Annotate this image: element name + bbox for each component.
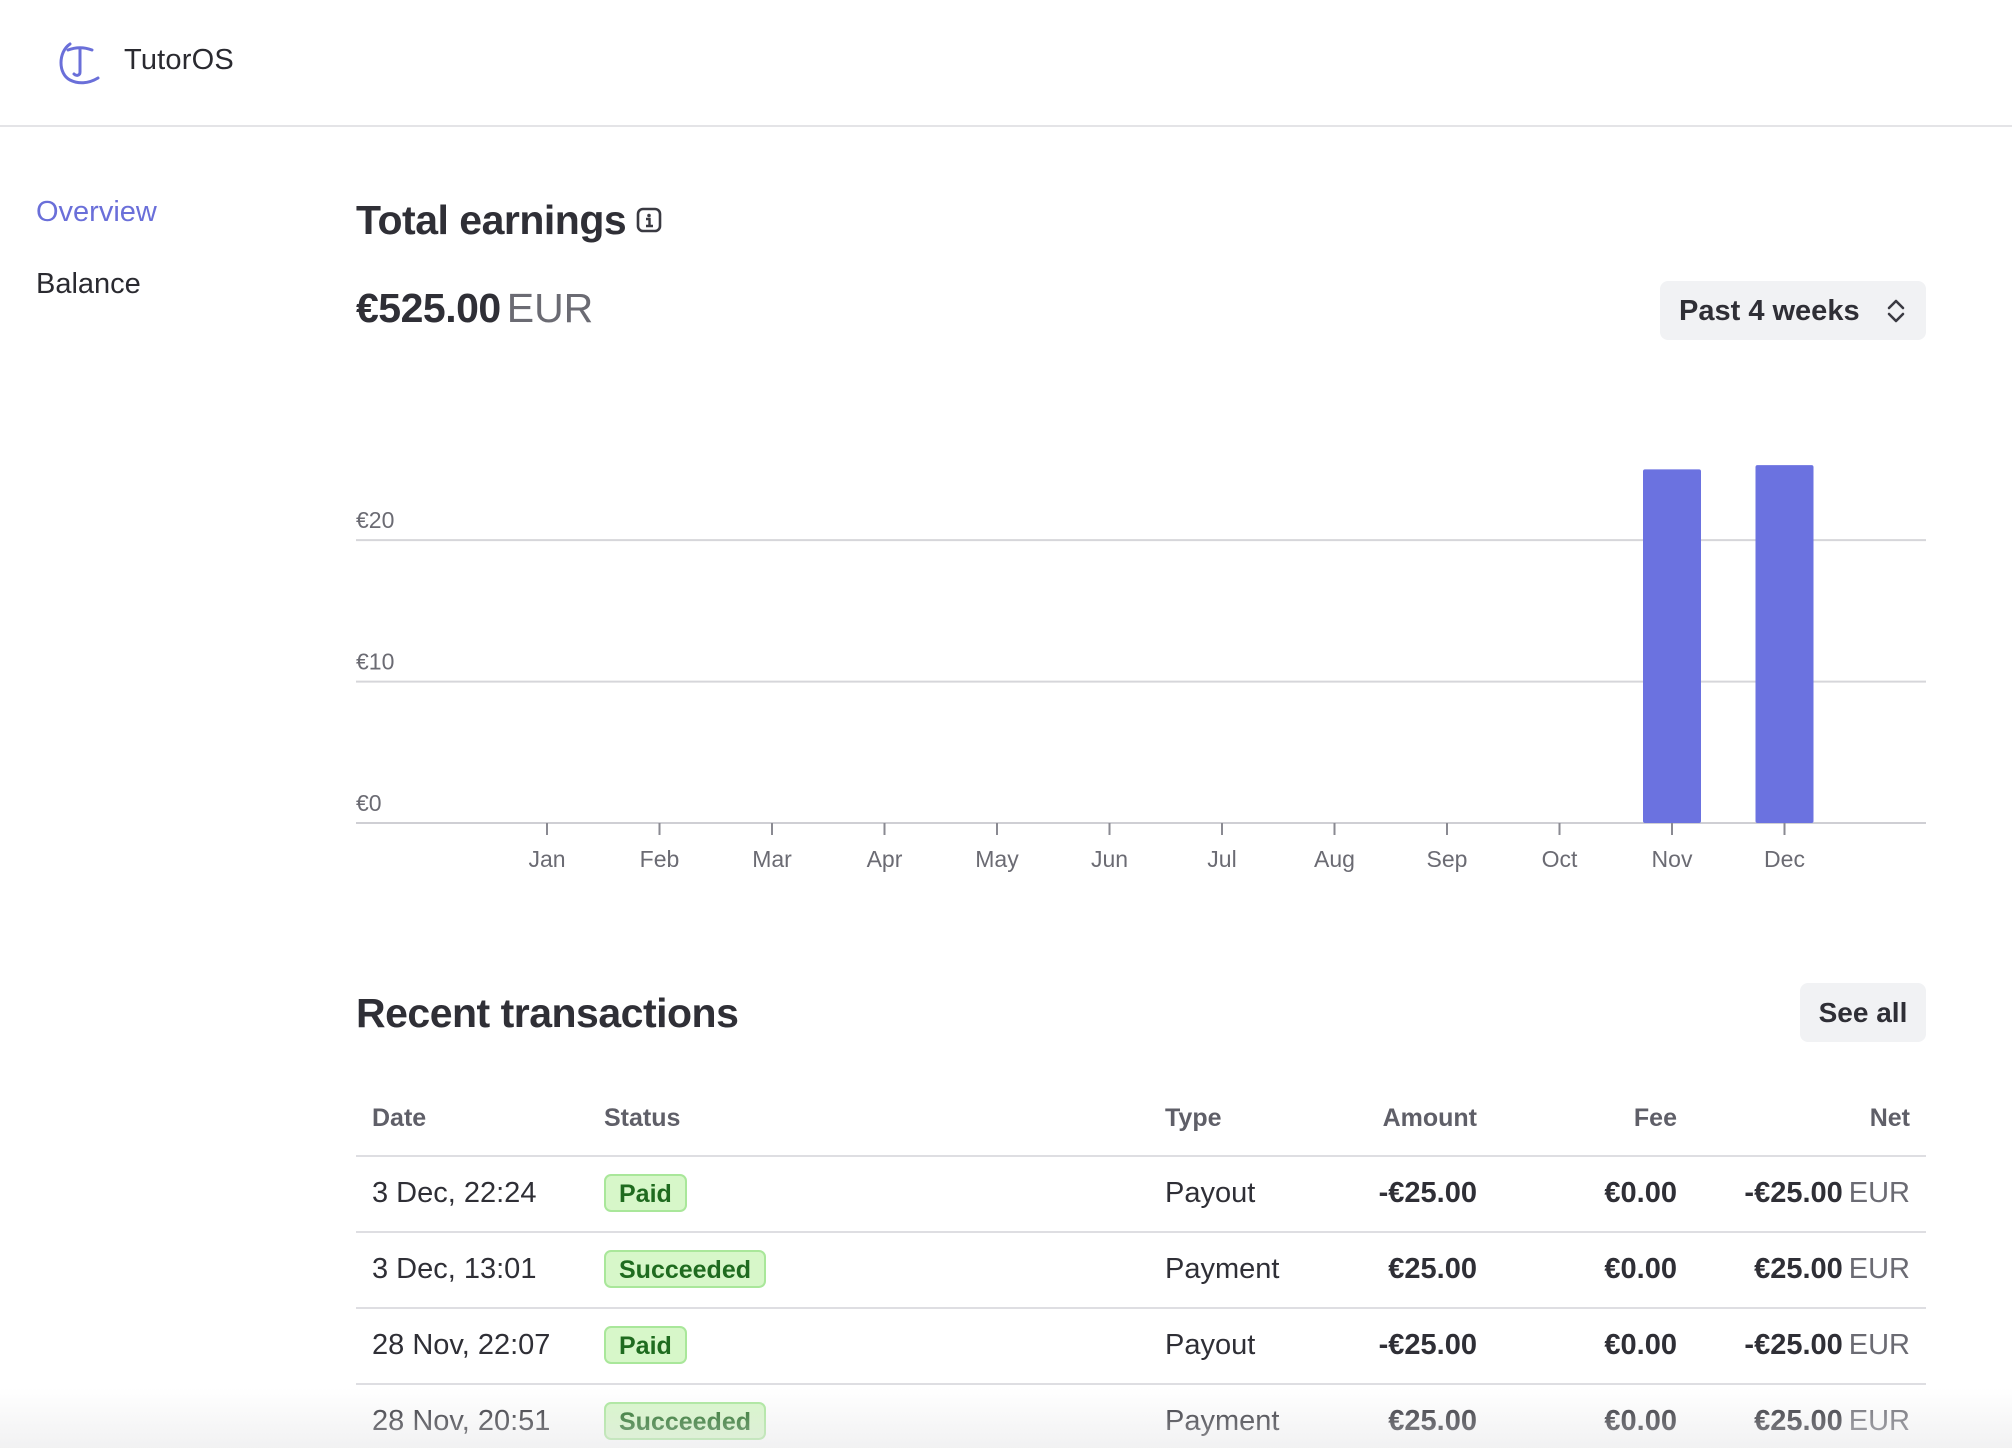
table-row[interactable]: 28 Nov, 22:07 Paid Payout -€25.00 €0.00 … [356,1309,1926,1385]
transaction-net-value: €25.00 [1754,1405,1843,1437]
table-row[interactable]: 3 Dec, 13:01 Succeeded Payment €25.00 €0… [356,1233,1926,1309]
transaction-net: €25.00 EUR [1754,1405,1910,1438]
chart-bar [1643,469,1701,823]
period-select[interactable]: Past 4 weeks [1660,281,1926,340]
sidebar-item-overview[interactable]: Overview [36,196,157,229]
status-badge: Paid [604,1326,687,1364]
recent-transactions-title: Recent transactions [356,990,739,1036]
status-badge: Paid [604,1174,687,1212]
transaction-type: Payout [1165,1177,1256,1209]
top-bar: TutorOS [0,0,2012,127]
y-tick-label: €0 [356,790,382,816]
transaction-amount: -€25.00 [1378,1177,1477,1209]
transaction-net: -€25.00 EUR [1744,1177,1910,1210]
transaction-amount: -€25.00 [1378,1329,1477,1361]
app-name: TutorOS [124,44,234,76]
x-tick-label: May [975,846,1019,872]
transaction-type: Payout [1165,1329,1256,1361]
transaction-net: -€25.00 EUR [1744,1329,1910,1362]
transaction-date: 3 Dec, 13:01 [372,1253,537,1285]
transaction-net-value: €25.00 [1754,1253,1843,1285]
x-tick-label: Oct [1542,846,1578,872]
transaction-date: 28 Nov, 20:51 [372,1405,551,1437]
column-header-type[interactable]: Type [1165,1104,1222,1133]
transaction-fee: €0.00 [1604,1177,1677,1209]
column-header-amount[interactable]: Amount [1383,1104,1477,1133]
column-header-status[interactable]: Status [604,1104,680,1133]
transaction-net-value: -€25.00 [1744,1177,1843,1209]
x-tick-label: Dec [1764,846,1805,872]
x-tick-label: Jun [1091,846,1128,872]
tutoros-logo-icon[interactable] [54,36,106,88]
status-badge: Succeeded [604,1250,767,1288]
transaction-date: 28 Nov, 22:07 [372,1329,551,1361]
x-tick-label: Jul [1207,846,1236,872]
sidebar-item-balance[interactable]: Balance [36,268,141,301]
chart-bar [1755,465,1814,823]
transaction-fee: €0.00 [1604,1253,1677,1285]
transaction-amount: €25.00 [1388,1253,1477,1285]
table-header: Date Status Type Amount Fee Net [356,1090,1926,1157]
x-tick-label: Nov [1652,846,1693,872]
transaction-fee: €0.00 [1604,1405,1677,1437]
earnings-bar-chart: €0 €10 €20 Jan Feb Mar Apr May Jun Jul Aug Sep Oct No… [356,465,1926,872]
transaction-amount: €25.00 [1388,1405,1477,1437]
transactions-table: Date Status Type Amount Fee Net 3 Dec, 2… [356,1090,1926,1448]
transaction-net-currency: EUR [1848,1177,1910,1209]
x-tick-label: Mar [752,846,792,872]
y-tick-label: €20 [356,507,394,533]
transaction-date: 3 Dec, 22:24 [372,1177,537,1209]
see-all-button[interactable]: See all [1800,983,1926,1042]
table-row[interactable]: 28 Nov, 20:51 Succeeded Payment €25.00 €… [356,1385,1926,1448]
transaction-net-currency: EUR [1848,1405,1910,1437]
transaction-type: Payment [1165,1405,1280,1437]
earnings-amount-currency: EUR [506,285,594,331]
column-header-fee[interactable]: Fee [1634,1104,1677,1133]
transaction-net-value: -€25.00 [1744,1329,1843,1361]
column-header-date[interactable]: Date [372,1104,426,1133]
x-tick-label: Feb [640,846,680,872]
x-tick-label: Sep [1427,846,1468,872]
transaction-net-currency: EUR [1848,1329,1910,1361]
chevron-up-down-icon [1887,299,1905,323]
transaction-net: €25.00 EUR [1754,1253,1910,1286]
earnings-amount-value: €525.00 [356,285,501,331]
period-select-value: Past 4 weeks [1679,295,1860,327]
total-earnings-title: Total earnings [356,197,627,243]
x-tick-label: Jan [528,846,565,872]
info-icon[interactable] [636,207,662,233]
x-tick-label: Apr [867,846,903,872]
x-tick-label: Aug [1314,846,1355,872]
transaction-net-currency: EUR [1848,1253,1910,1285]
transaction-fee: €0.00 [1604,1329,1677,1361]
column-header-net[interactable]: Net [1870,1104,1910,1133]
earnings-amount: €525.00 EUR [356,285,593,332]
y-tick-label: €10 [356,649,394,675]
status-badge: Succeeded [604,1402,767,1440]
transaction-type: Payment [1165,1253,1280,1285]
table-row[interactable]: 3 Dec, 22:24 Paid Payout -€25.00 €0.00 -… [356,1157,1926,1233]
